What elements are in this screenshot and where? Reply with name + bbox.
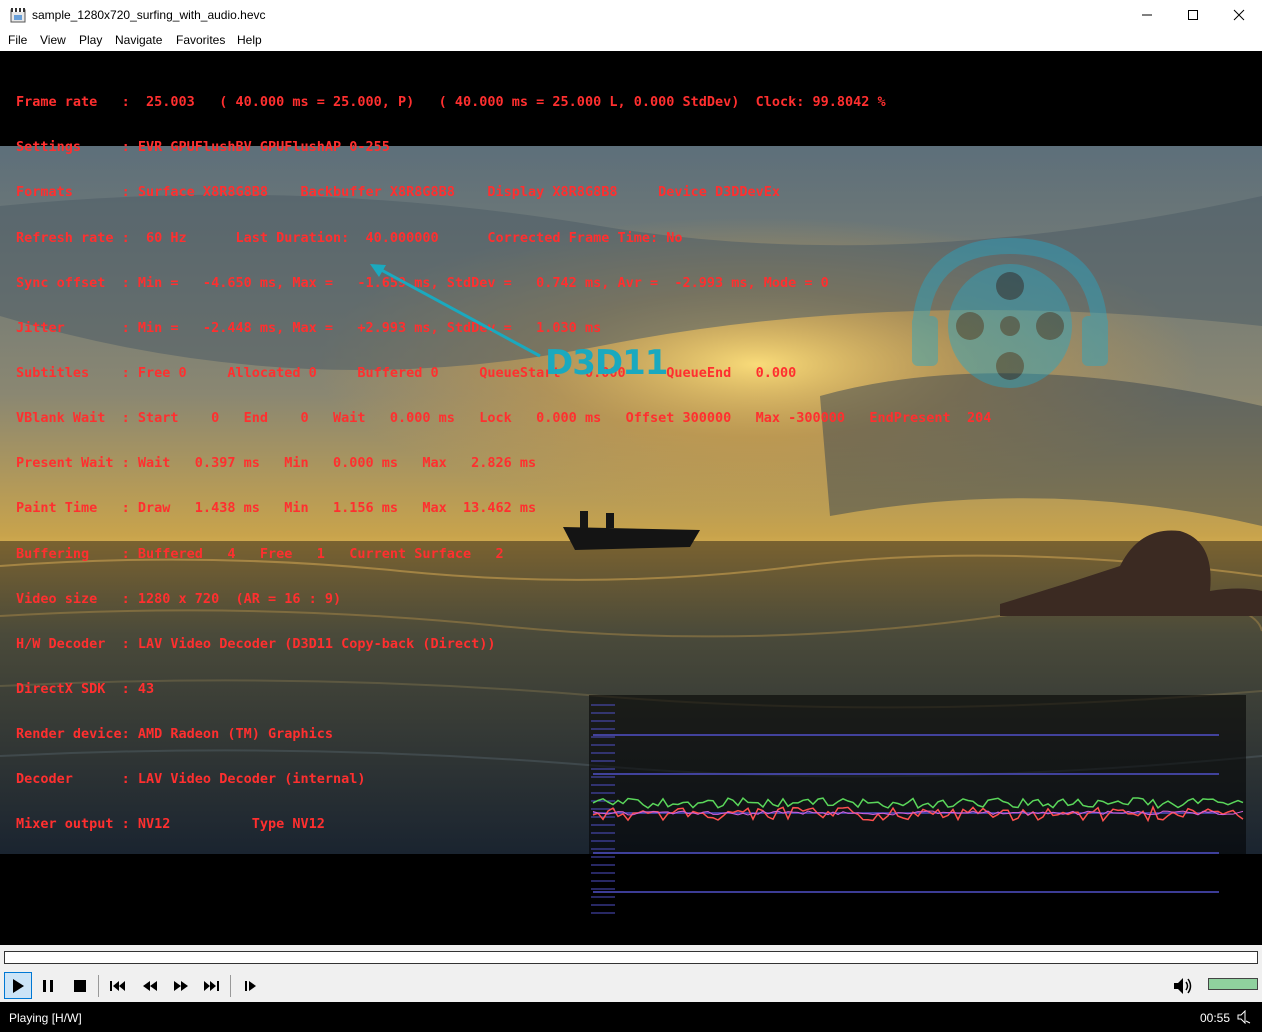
app-icon: [10, 8, 26, 23]
menu-help[interactable]: Help: [237, 33, 262, 47]
title-bar: sample_1280x720_surfing_with_audio.hevc: [0, 0, 1262, 30]
close-icon: [1233, 9, 1245, 21]
menu-navigate[interactable]: Navigate: [115, 33, 162, 47]
separator: [230, 975, 231, 997]
video-area[interactable]: Frame rate : 25.003 ( 40.000 ms = 25.000…: [0, 51, 1262, 945]
stop-icon: [74, 979, 86, 992]
annotation-label: D3D11: [545, 343, 668, 383]
status-bar: Playing [H/W] 00:55: [0, 1002, 1262, 1032]
fast-forward-icon: [174, 980, 188, 991]
rewind-icon: [143, 980, 157, 991]
rewind-button[interactable]: [136, 972, 164, 999]
jitter-graph: [589, 695, 1246, 927]
menu-view[interactable]: View: [40, 33, 66, 47]
window-title: sample_1280x720_surfing_with_audio.hevc: [32, 8, 266, 22]
skip-forward-icon: [204, 980, 219, 991]
volume-button[interactable]: [1169, 972, 1197, 999]
play-icon: [13, 978, 24, 993]
frame-step-button[interactable]: [237, 972, 265, 999]
menu-play[interactable]: Play: [79, 33, 102, 47]
playback-controls: [0, 969, 1262, 1002]
minimize-button[interactable]: [1124, 0, 1170, 30]
seek-bar[interactable]: [4, 951, 1258, 964]
playback-status: Playing [H/W]: [9, 1011, 82, 1025]
skip-back-icon: [110, 980, 125, 991]
next-button[interactable]: [197, 972, 225, 999]
play-button[interactable]: [4, 972, 32, 999]
maximize-button[interactable]: [1170, 0, 1216, 30]
menu-bar: File View Play Navigate Favorites Help: [0, 30, 1262, 51]
frame-step-icon: [245, 980, 256, 991]
menu-file[interactable]: File: [8, 33, 27, 47]
volume-slider[interactable]: [1208, 978, 1258, 990]
separator: [98, 975, 99, 997]
mute-icon[interactable]: [1237, 1010, 1251, 1024]
stop-button[interactable]: [66, 972, 94, 999]
pause-button[interactable]: [34, 972, 62, 999]
seek-bar-area: [0, 945, 1262, 969]
previous-button[interactable]: [104, 972, 132, 999]
playback-time: 00:55: [1200, 1011, 1231, 1025]
close-button[interactable]: [1216, 0, 1262, 30]
pause-icon: [43, 979, 53, 992]
maximize-icon: [1188, 10, 1198, 20]
speaker-icon: [1174, 977, 1192, 994]
fast-forward-button[interactable]: [167, 972, 195, 999]
minimize-icon: [1142, 14, 1152, 16]
menu-favorites[interactable]: Favorites: [176, 33, 225, 47]
